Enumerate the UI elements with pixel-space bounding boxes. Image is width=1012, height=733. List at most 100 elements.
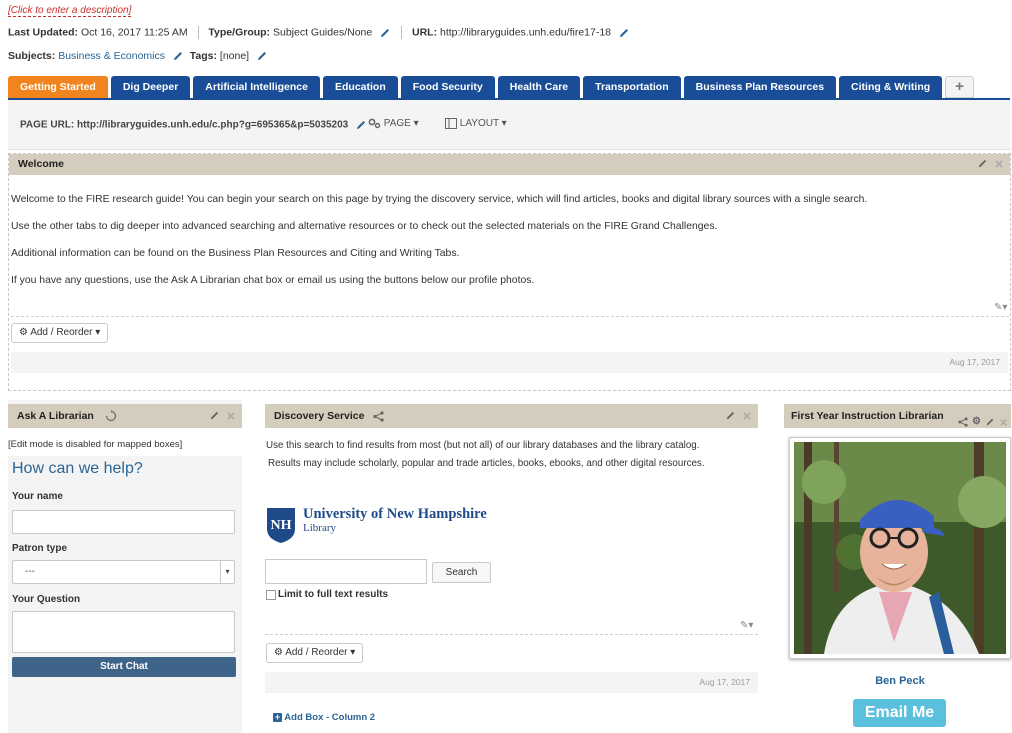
layout-menu-button[interactable]: LAYOUT ▾: [445, 118, 507, 129]
last-modified-date: Aug 17, 2017: [699, 677, 750, 687]
name-label: Your name: [12, 491, 63, 502]
box-tools: ⚙: [958, 410, 1008, 434]
librarian-name[interactable]: Ben Peck: [789, 675, 1011, 687]
layout-icon: [445, 118, 457, 129]
add-reorder-label: Add / Reorder: [30, 327, 93, 338]
box-tools: [977, 158, 1004, 169]
tab-transportation[interactable]: Transportation: [583, 76, 681, 98]
page-menu-label: PAGE: [383, 118, 411, 130]
guide-meta-row: Last Updated: Oct 16, 2017 11:25 AM Type…: [8, 26, 630, 39]
search-button[interactable]: Search: [432, 562, 491, 583]
discovery-header: Discovery Service: [265, 404, 758, 428]
profile-header: First Year Instruction Librarian ⚙: [784, 404, 1011, 428]
add-tab-button[interactable]: +: [945, 76, 974, 98]
share-icon[interactable]: [958, 417, 968, 427]
refresh-icon: [105, 410, 116, 422]
add-reorder-button[interactable]: ⚙ Add / Reorder ▾: [266, 643, 364, 663]
layout-menu-label: LAYOUT: [459, 118, 499, 130]
close-icon[interactable]: [999, 418, 1008, 427]
question-textarea[interactable]: [12, 611, 235, 653]
gear-icon[interactable]: ⚙: [972, 410, 981, 434]
unh-logo-sub: Library: [303, 522, 336, 534]
tags-label: Tags:: [189, 50, 217, 62]
close-icon[interactable]: [226, 411, 236, 421]
url-label: URL:: [411, 26, 438, 39]
last-updated-label: Last Updated:: [8, 26, 79, 39]
welcome-title: Welcome: [18, 158, 64, 170]
welcome-header: Welcome: [9, 154, 1010, 175]
discovery-footer: Aug 17, 2017: [265, 672, 758, 693]
chevron-down-icon: ▾: [350, 647, 356, 658]
gear-icon: ⚙: [19, 327, 28, 338]
share-icon[interactable]: [373, 411, 385, 422]
pencil-icon[interactable]: [985, 417, 995, 427]
divider: [11, 316, 1009, 317]
pencil-icon[interactable]: [725, 410, 736, 421]
add-box-button[interactable]: + Add Box - Column 2: [273, 712, 375, 723]
tab-health-care[interactable]: Health Care: [497, 76, 581, 98]
email-me-button[interactable]: Email Me: [853, 699, 946, 727]
close-icon[interactable]: [994, 159, 1004, 169]
pencil-icon[interactable]: [256, 50, 268, 62]
profile-photo: [789, 437, 1011, 659]
gear-icon: ⚙: [274, 647, 283, 658]
subjects-link[interactable]: Business & Economics: [58, 50, 165, 62]
guide-tabs: Getting Started Dig Deeper Artificial In…: [8, 76, 974, 98]
add-box-label: Add Box - Column 2: [284, 712, 376, 723]
full-text-label: Limit to full text results: [278, 589, 389, 600]
full-text-checkbox[interactable]: [266, 590, 276, 600]
mapped-box-note: [Edit mode is disabled for mapped boxes]: [8, 439, 183, 450]
tab-food-security[interactable]: Food Security: [400, 76, 495, 98]
start-chat-button[interactable]: Start Chat: [12, 657, 236, 677]
welcome-footer: Aug 17, 2017: [11, 352, 1008, 373]
question-label: Your Question: [12, 594, 81, 605]
chevron-down-icon: ▾: [220, 561, 234, 583]
gear-icon: [368, 118, 381, 129]
tab-artificial-intelligence[interactable]: Artificial Intelligence: [193, 76, 320, 98]
box-tools: [725, 410, 752, 421]
unh-shield-logo: NH: [267, 508, 295, 543]
page-url-label: PAGE URL:: [20, 119, 75, 131]
subjects-label: Subjects:: [8, 50, 56, 62]
chevron-down-icon: ▾: [413, 118, 419, 130]
tab-getting-started[interactable]: Getting Started: [8, 76, 108, 98]
pencil-icon[interactable]: [977, 158, 988, 169]
pencil-icon[interactable]: [355, 119, 367, 131]
profile-title: First Year Instruction Librarian: [791, 410, 944, 422]
close-icon[interactable]: [742, 411, 752, 421]
pencil-icon[interactable]: [379, 27, 391, 39]
discovery-title: Discovery Service: [274, 410, 365, 422]
page-url: PAGE URL: http://libraryguides.unh.edu/c…: [20, 119, 367, 131]
tab-citing-writing[interactable]: Citing & Writing: [839, 76, 943, 98]
patron-type-label: Patron type: [12, 543, 68, 554]
subjects-row: Subjects: Business & Economics Tags: [no…: [8, 50, 268, 62]
type-group-label: Type/Group:: [208, 26, 271, 39]
plus-icon: +: [273, 712, 282, 722]
discovery-description: Use this search to find results from mos…: [266, 440, 700, 451]
tab-education[interactable]: Education: [322, 76, 398, 98]
ask-librarian-title: Ask A Librarian: [17, 410, 94, 422]
edit-dropdown-icon[interactable]: ✎▾: [994, 302, 1007, 313]
pencil-icon[interactable]: [618, 27, 630, 39]
divider: [265, 634, 758, 635]
edit-dropdown-icon[interactable]: ✎▾: [740, 620, 753, 631]
unh-logo-name: University of New Hampshire: [303, 506, 487, 522]
welcome-paragraph: Use the other tabs to dig deeper into ad…: [11, 221, 718, 232]
name-input[interactable]: [12, 510, 235, 534]
tab-business-plan-resources[interactable]: Business Plan Resources: [683, 76, 837, 98]
pencil-icon[interactable]: [209, 410, 220, 421]
add-reorder-label: Add / Reorder: [285, 647, 348, 658]
profile-photo-image: [794, 442, 1006, 654]
page-menu-button[interactable]: PAGE ▾: [368, 118, 419, 129]
add-reorder-button[interactable]: ⚙ Add / Reorder ▾: [11, 323, 109, 343]
chevron-down-icon: ▾: [501, 118, 507, 130]
discovery-search-input[interactable]: [265, 559, 427, 584]
url-value: http://libraryguides.unh.edu/fire17-18: [439, 26, 612, 39]
patron-type-select[interactable]: --- ▾: [12, 560, 235, 584]
page-url-value: http://libraryguides.unh.edu/c.php?g=695…: [77, 119, 349, 131]
tab-dig-deeper[interactable]: Dig Deeper: [110, 76, 191, 98]
last-updated-value: Oct 16, 2017 11:25 AM: [80, 26, 188, 39]
welcome-paragraph: If you have any questions, use the Ask A…: [11, 275, 535, 286]
description-prompt[interactable]: [Click to enter a description]: [8, 5, 132, 17]
pencil-icon[interactable]: [172, 50, 184, 62]
